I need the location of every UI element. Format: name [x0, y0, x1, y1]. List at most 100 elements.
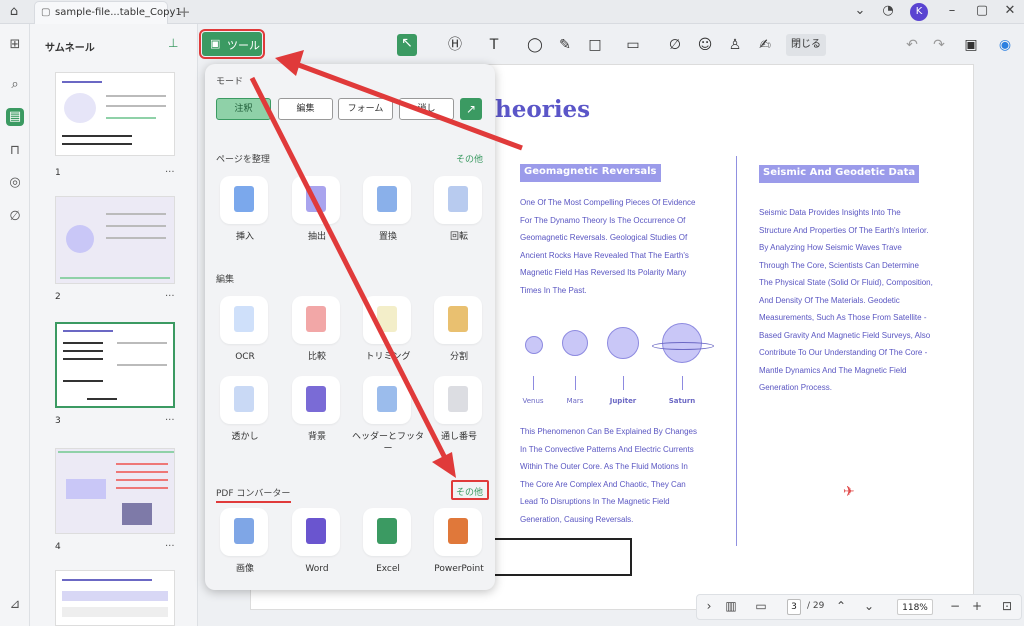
next-page-icon[interactable]: ⌄: [861, 599, 877, 613]
thumbnail-more-icon[interactable]: ...: [165, 288, 175, 299]
tool-ocr[interactable]: OCR: [215, 296, 275, 368]
tool-to-excel[interactable]: Excel: [358, 508, 418, 580]
thumbnail-more-icon[interactable]: ...: [165, 538, 175, 549]
status-bar: › ▥ ▭ 3 / 29 ⌃ ⌄ 118% − + ⊡: [696, 594, 1022, 620]
document-icon: ▢: [41, 7, 51, 18]
page-total: / 29: [807, 601, 825, 611]
chevron-down-icon[interactable]: ⌄: [852, 3, 868, 18]
search-icon[interactable]: ⌕: [6, 76, 24, 94]
document-tab[interactable]: ▢ sample-file...table_Copy1: [34, 1, 182, 24]
mode-redact-button[interactable]: 消し: [399, 98, 454, 120]
tool-label: 通し番号: [440, 432, 477, 442]
planet-label: Jupiter: [609, 397, 637, 405]
tool-label: 透かし: [231, 432, 259, 442]
insert-icon: [220, 176, 268, 224]
maximize-icon[interactable]: ▢: [974, 3, 990, 18]
column-divider: [736, 156, 737, 546]
minimize-icon[interactable]: –: [944, 3, 960, 18]
watermark-icon: [220, 376, 268, 424]
text-comment-icon[interactable]: ◯: [526, 36, 544, 54]
signature-icon[interactable]: ✍: [756, 36, 774, 54]
zoom-level[interactable]: 118%: [897, 599, 933, 615]
tool-to-image[interactable]: 画像: [215, 508, 275, 580]
mode-edit-button[interactable]: 編集: [278, 98, 333, 120]
avatar[interactable]: K: [910, 3, 928, 21]
tool-insert[interactable]: 挿入: [215, 176, 275, 248]
tool-background[interactable]: 背景: [287, 376, 347, 448]
tool-compare[interactable]: 比較: [287, 296, 347, 368]
converter-section-title: PDF コンバーター: [216, 489, 291, 499]
measure-icon[interactable]: ▭: [624, 36, 642, 54]
tool-extract[interactable]: 抽出: [287, 176, 347, 248]
bates-number-icon: [434, 376, 482, 424]
sticker-icon[interactable]: ☺: [696, 36, 714, 54]
thumbnail-page-5[interactable]: [55, 570, 175, 626]
fit-page-icon[interactable]: ⊡: [999, 599, 1015, 613]
thumbnail-page-1[interactable]: [55, 72, 175, 156]
save-icon[interactable]: ▣: [962, 36, 980, 54]
tool-label: Word: [305, 564, 329, 574]
thumbnail-page-2[interactable]: [55, 196, 175, 284]
tool-label: Excel: [376, 564, 400, 574]
mode-annotate-button[interactable]: 注釈: [216, 98, 271, 120]
text-icon[interactable]: T: [485, 36, 503, 54]
tools-button[interactable]: ▣ ツール: [199, 29, 265, 59]
thumbnail-page-4[interactable]: [55, 448, 175, 534]
prev-page-icon[interactable]: ⌃: [833, 599, 849, 613]
attachment-icon[interactable]: ∅: [6, 208, 24, 226]
bookmark-icon[interactable]: ⊓: [6, 142, 24, 160]
page-number-input[interactable]: 3: [787, 599, 801, 615]
toolbox-icon: ▣: [210, 37, 221, 50]
powerpoint-icon: [434, 508, 482, 556]
drawn-rectangle[interactable]: [494, 538, 632, 576]
thumbnail-page-3[interactable]: [55, 322, 175, 408]
page-layout-icon[interactable]: ▥: [723, 599, 739, 613]
organize-more-link[interactable]: その他: [456, 152, 483, 165]
pin-annotation-icon[interactable]: ✈: [843, 484, 855, 500]
bell-icon[interactable]: ◔: [880, 3, 896, 18]
highlight-icon[interactable]: Ⓗ: [446, 36, 464, 54]
rotate-icon: [434, 176, 482, 224]
external-link-icon[interactable]: ↗: [460, 98, 482, 120]
select-icon[interactable]: ↖: [397, 34, 417, 56]
add-tab-icon[interactable]: +: [178, 3, 191, 21]
section-heading-right: Seismic And Geodetic Data: [759, 165, 920, 183]
header-footer-icon: [363, 376, 411, 424]
tool-rotate[interactable]: 回転: [429, 176, 489, 248]
tool-to-powerpoint[interactable]: PowerPoint: [429, 508, 489, 580]
zoom-out-icon[interactable]: −: [947, 599, 963, 613]
tool-split[interactable]: 分割: [429, 296, 489, 368]
thumbnail-more-icon[interactable]: ...: [165, 412, 175, 423]
tool-replace[interactable]: 置換: [358, 176, 418, 248]
tool-watermark[interactable]: 透かし: [215, 376, 275, 448]
tool-crop[interactable]: トリミング: [358, 296, 418, 368]
thumbnail-more-icon[interactable]: ...: [165, 164, 175, 175]
planet-jupiter: [607, 327, 639, 359]
tool-bates-number[interactable]: 通し番号: [429, 376, 489, 448]
tool-to-word[interactable]: Word: [287, 508, 347, 580]
tool-header-footer[interactable]: ヘッダーとフッター: [352, 376, 424, 454]
shape-icon[interactable]: □: [586, 36, 604, 54]
logo-icon[interactable]: ⊿: [6, 596, 24, 614]
close-window-icon[interactable]: ✕: [1002, 3, 1018, 18]
stamp-icon[interactable]: ♙: [726, 36, 744, 54]
mode-form-button[interactable]: フォーム: [338, 98, 393, 120]
thumbnail-icon[interactable]: ▤: [6, 108, 24, 126]
zoom-in-icon[interactable]: +: [969, 599, 985, 613]
tools-popup: モード 注釈 編集 フォーム 消し ↗ ページを整理 その他 挿入 抽出 置換 …: [205, 64, 495, 590]
ai-assistant-icon[interactable]: ◉: [996, 36, 1014, 54]
pin-icon[interactable]: ⊥: [168, 36, 178, 50]
presentation-icon[interactable]: ▭: [753, 599, 769, 613]
home-icon[interactable]: ⌂: [6, 4, 22, 20]
pencil-icon[interactable]: ✎: [556, 36, 574, 54]
collapse-icon[interactable]: ›: [701, 599, 717, 613]
close-tools-button[interactable]: 閉じる: [786, 34, 826, 56]
redo-icon[interactable]: ↷: [930, 36, 948, 54]
grid-icon[interactable]: ⊞: [6, 36, 24, 54]
tool-label: 挿入: [235, 232, 254, 242]
undo-icon[interactable]: ↶: [903, 36, 921, 54]
comment-icon[interactable]: ◎: [6, 174, 24, 192]
attach-icon[interactable]: ∅: [666, 36, 684, 54]
thumbnail-number: 3: [55, 416, 61, 426]
tool-label: 置換: [378, 232, 397, 242]
